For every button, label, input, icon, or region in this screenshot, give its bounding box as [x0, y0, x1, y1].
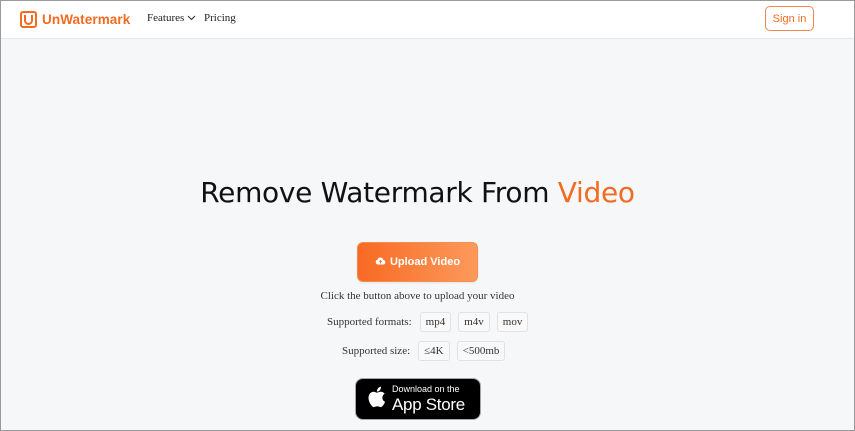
brand-logo[interactable]: UnWatermark: [20, 9, 130, 29]
supported-size: Supported size: ≤4K <500mb: [342, 341, 512, 361]
cloud-upload-icon: [375, 256, 386, 268]
nav-features-label: Features: [147, 12, 185, 24]
format-chip: mp4: [419, 312, 452, 332]
nav-pricing-label: Pricing: [204, 12, 236, 24]
formats-label: Supported formats:: [327, 316, 412, 328]
format-chip: mov: [496, 312, 529, 332]
apple-icon: [356, 385, 386, 414]
format-chip: m4v: [458, 312, 490, 332]
upload-video-button[interactable]: Upload Video: [357, 242, 478, 282]
page: UnWatermark Features Pricing Sign in Rem…: [0, 0, 855, 431]
title-text: Remove Watermark From: [200, 176, 558, 209]
nav-pricing[interactable]: Pricing: [204, 12, 236, 24]
supported-formats: Supported formats: mp4 m4v mov: [327, 312, 535, 332]
upload-video-label: Upload Video: [389, 256, 461, 268]
brand-name: UnWatermark: [42, 11, 131, 27]
title-accent: Video: [557, 176, 635, 209]
size-chip: ≤4K: [418, 341, 450, 361]
app-store-text: Download on the App Store: [392, 384, 465, 414]
chevron-down-icon: [187, 12, 196, 24]
size-label: Supported size:: [342, 345, 411, 357]
app-store-badge[interactable]: Download on the App Store: [355, 378, 481, 420]
nav-features[interactable]: Features: [147, 12, 196, 24]
app-store-small-text: Download on the: [392, 384, 460, 394]
size-chip: <500mb: [456, 341, 506, 361]
logo-icon: [20, 10, 37, 28]
app-store-big-text: App Store: [392, 395, 465, 414]
signin-button[interactable]: Sign in: [765, 6, 814, 31]
page-title: Remove Watermark From Video: [1, 176, 834, 209]
top-nav: UnWatermark Features Pricing Sign in: [1, 1, 854, 39]
upload-hint: Click the button above to upload your vi…: [320, 290, 515, 302]
